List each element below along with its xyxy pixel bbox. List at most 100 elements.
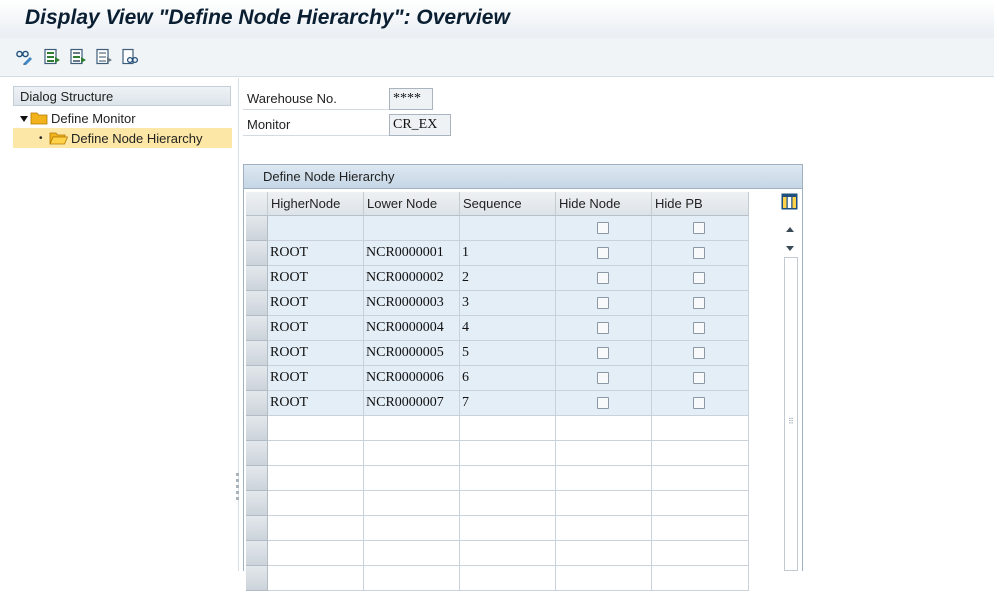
higher-node-cell[interactable] [268,441,364,466]
select-all-rows-button[interactable] [246,192,268,216]
row-selector-button[interactable] [246,291,268,316]
table-row[interactable] [246,566,749,591]
table-row[interactable]: ROOT NCR0000003 3 [246,291,749,316]
sequence-cell[interactable] [460,441,556,466]
higher-node-cell[interactable] [268,491,364,516]
table-row[interactable] [246,441,749,466]
hide-node-checkbox[interactable] [597,272,609,284]
row-selector-button[interactable] [246,416,268,441]
table-row[interactable]: ROOT NCR0000002 2 [246,266,749,291]
row-selector-button[interactable] [246,391,268,416]
table-row[interactable] [246,416,749,441]
hide-node-checkbox[interactable] [597,247,609,259]
lower-node-cell[interactable] [364,491,460,516]
column-header-hide-node[interactable]: Hide Node [556,192,652,216]
table-row[interactable] [246,516,749,541]
table-row[interactable] [246,466,749,491]
higher-node-cell[interactable]: ROOT [268,391,364,416]
hide-pb-checkbox[interactable] [693,372,705,384]
hide-pb-checkbox[interactable] [693,397,705,409]
table-row[interactable]: ROOT NCR0000001 1 [246,241,749,266]
warehouse-field[interactable]: **** [389,88,433,110]
sequence-cell[interactable]: 2 [460,266,556,291]
tree-item-define-node-hierarchy[interactable]: • Define Node Hierarchy [13,128,232,148]
sequence-cell[interactable]: 4 [460,316,556,341]
hide-node-checkbox[interactable] [597,347,609,359]
row-selector-button[interactable] [246,341,268,366]
lower-node-cell[interactable]: NCR0000002 [364,266,460,291]
pane-splitter-handle[interactable] [236,470,240,506]
lower-node-cell[interactable]: NCR0000001 [364,241,460,266]
lower-node-cell[interactable]: NCR0000006 [364,366,460,391]
select-block-icon[interactable] [69,48,87,66]
higher-node-cell[interactable]: ROOT [268,316,364,341]
lower-node-cell[interactable]: NCR0000003 [364,291,460,316]
column-header-lower-node[interactable]: Lower Node [364,192,460,216]
sequence-cell[interactable] [460,491,556,516]
row-selector-button[interactable] [246,466,268,491]
higher-node-cell[interactable]: ROOT [268,366,364,391]
row-selector-button[interactable] [246,516,268,541]
print-preview-icon[interactable] [121,48,139,66]
sequence-cell[interactable]: 7 [460,391,556,416]
hide-node-checkbox[interactable] [597,222,609,234]
lower-node-cell[interactable] [364,466,460,491]
row-selector-button[interactable] [246,491,268,516]
hide-pb-checkbox[interactable] [693,222,705,234]
higher-node-cell[interactable]: ROOT [268,266,364,291]
table-row[interactable] [246,541,749,566]
row-selector-button[interactable] [246,216,268,241]
sequence-cell[interactable]: 6 [460,366,556,391]
sequence-cell[interactable] [460,416,556,441]
row-selector-button[interactable] [246,366,268,391]
row-selector-button[interactable] [246,266,268,291]
sequence-cell[interactable]: 3 [460,291,556,316]
sequence-cell[interactable] [460,516,556,541]
sequence-cell[interactable] [460,566,556,591]
lower-node-cell[interactable]: NCR0000005 [364,341,460,366]
lower-node-cell[interactable] [364,516,460,541]
table-row[interactable] [246,216,749,241]
hide-node-checkbox[interactable] [597,397,609,409]
higher-node-cell[interactable] [268,516,364,541]
sequence-cell[interactable] [460,541,556,566]
monitor-field[interactable]: CR_EX [389,114,451,136]
hide-node-checkbox[interactable] [597,372,609,384]
scroll-down-arrow-icon[interactable] [785,241,795,256]
table-row[interactable]: ROOT NCR0000007 7 [246,391,749,416]
table-row[interactable] [246,491,749,516]
lower-node-cell[interactable] [364,416,460,441]
expand-triangle-icon[interactable] [20,111,30,126]
sequence-cell[interactable] [460,216,556,241]
scrollbar-grip[interactable]: ⠿ [788,418,794,426]
vertical-scrollbar-track[interactable]: ⠿ [784,257,798,571]
hide-pb-checkbox[interactable] [693,322,705,334]
select-all-icon[interactable] [43,48,61,66]
table-row[interactable]: ROOT NCR0000004 4 [246,316,749,341]
scroll-up-arrow-icon[interactable] [785,221,795,236]
sequence-cell[interactable]: 1 [460,241,556,266]
column-header-hide-pb[interactable]: Hide PB [652,192,749,216]
column-header-sequence[interactable]: Sequence [460,192,556,216]
hide-node-checkbox[interactable] [597,322,609,334]
deselect-all-icon[interactable] [95,48,113,66]
row-selector-button[interactable] [246,316,268,341]
column-configuration-icon[interactable] [781,193,798,210]
sequence-cell[interactable]: 5 [460,341,556,366]
lower-node-cell[interactable]: NCR0000007 [364,391,460,416]
column-header-higher-node[interactable]: HigherNode [268,192,364,216]
hide-pb-checkbox[interactable] [693,347,705,359]
higher-node-cell[interactable] [268,216,364,241]
glasses-change-icon[interactable] [15,48,33,66]
row-selector-button[interactable] [246,566,268,591]
lower-node-cell[interactable] [364,216,460,241]
higher-node-cell[interactable] [268,566,364,591]
lower-node-cell[interactable]: NCR0000004 [364,316,460,341]
tree-item-define-monitor[interactable]: Define Monitor [20,108,136,128]
row-selector-button[interactable] [246,541,268,566]
lower-node-cell[interactable] [364,566,460,591]
row-selector-button[interactable] [246,241,268,266]
lower-node-cell[interactable] [364,541,460,566]
table-row[interactable]: ROOT NCR0000005 5 [246,341,749,366]
higher-node-cell[interactable]: ROOT [268,241,364,266]
